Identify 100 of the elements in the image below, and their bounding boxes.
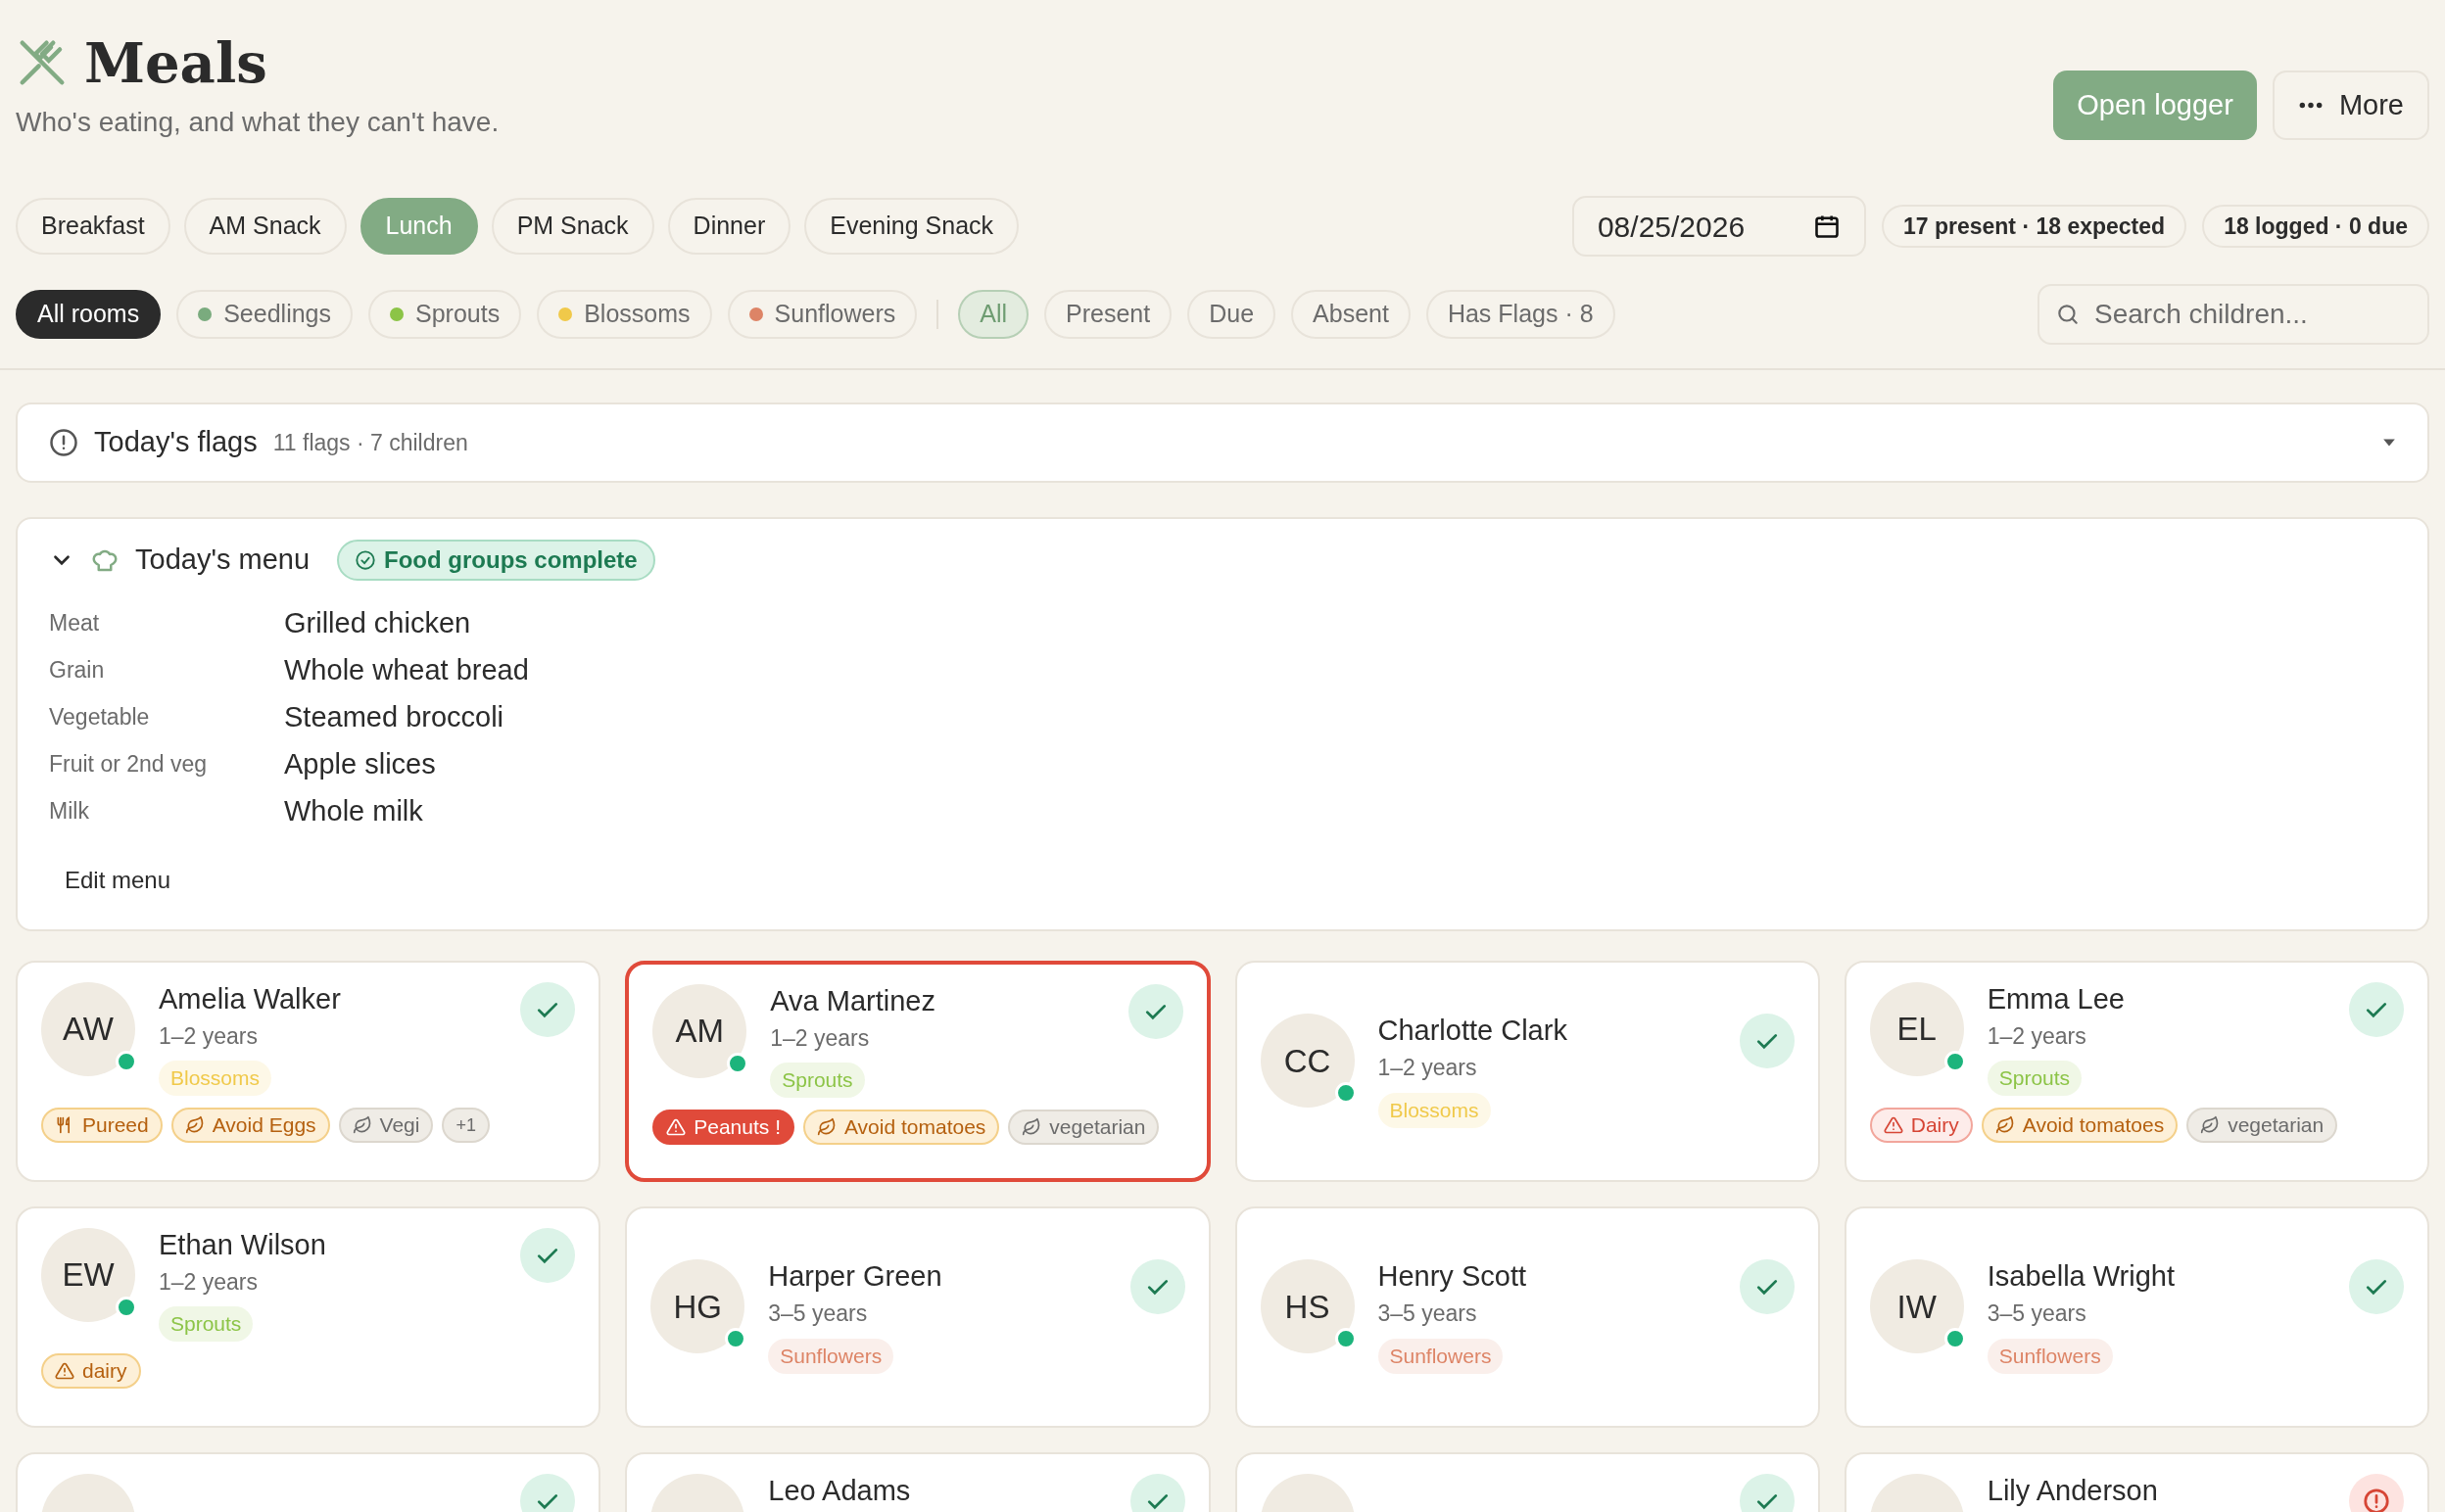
food-item: Apple slices — [284, 746, 437, 781]
food-group-label: Milk — [49, 796, 90, 826]
child-age: 1–2 years — [1987, 1021, 2086, 1051]
leaf-icon — [1994, 1115, 2015, 1135]
diet-tag: Dairy — [1869, 1108, 1973, 1143]
child-name: Charlotte Clark — [1377, 1014, 1567, 1048]
meal-tab[interactable]: AM Snack — [183, 198, 347, 255]
child-name: Lily Anderson — [1987, 1473, 2158, 1507]
child-age: 1–2 years — [159, 1021, 258, 1051]
warning-icon — [55, 1361, 74, 1381]
child-card[interactable]: AW Amelia Walker 1–2 years Blossoms Pureed Avoid Eggs Vegi +1 — [16, 960, 601, 1182]
meal-tab[interactable]: Breakfast — [16, 198, 170, 255]
leaf-icon — [817, 1117, 837, 1137]
food-item: Whole milk — [284, 793, 424, 828]
room-filter[interactable]: Blossoms — [537, 290, 712, 339]
search-icon — [2055, 302, 2081, 327]
diet-tag: vegetarian — [2186, 1108, 2338, 1143]
leaf-icon — [184, 1115, 205, 1135]
panel-title: Today's menu — [135, 543, 311, 577]
warning-icon — [1883, 1115, 1903, 1135]
stat-badge: 17 present · 18 expected — [1881, 205, 2187, 248]
leaf-icon — [1022, 1117, 1042, 1137]
child-name: Emma Lee — [1987, 981, 2125, 1016]
page-subtitle: Who's eating, and what they can't have. — [16, 106, 500, 139]
check-circle-icon — [355, 548, 377, 571]
child-name: Ava Martinez — [770, 983, 935, 1017]
child-card[interactable]: CC Charlotte Clark 1–2 years Blossoms — [1234, 960, 1820, 1182]
leaf-icon — [352, 1115, 372, 1135]
avatar: AM — [652, 983, 747, 1078]
edit-menu-button[interactable]: Edit menu — [65, 862, 171, 898]
meal-tab[interactable]: Dinner — [667, 198, 791, 255]
child-card[interactable]: IW Isabella Wright 3–5 years Sunflowers — [1844, 1205, 2429, 1428]
room-tag: Sprouts — [1987, 1061, 2083, 1096]
diet-tag: Avoid tomatoes — [1981, 1108, 2179, 1143]
status-filter[interactable]: Due — [1187, 290, 1276, 339]
room-tag: Sunflowers — [768, 1338, 894, 1374]
child-name: Isabella Wright — [1987, 1259, 2176, 1294]
room-tag: Sunflowers — [1987, 1338, 2113, 1374]
flags-panel[interactable]: Today's flags 11 flags · 7 children — [16, 402, 2429, 483]
diet-tag: dairy — [41, 1353, 141, 1389]
diet-tag: Avoid tomatoes — [803, 1110, 1000, 1145]
food-item: Steamed broccoli — [284, 699, 505, 734]
avatar: EW — [41, 1227, 135, 1322]
child-card[interactable]: HG Harper Green 3–5 years Sunflowers — [625, 1205, 1211, 1428]
child-age: 1–2 years — [1377, 1054, 1477, 1083]
alert-icon — [2362, 1486, 2391, 1512]
flags-summary: 11 flags · 7 children — [272, 428, 468, 457]
child-name: Ethan Wilson — [159, 1227, 326, 1261]
room-tag: Blossoms — [1377, 1092, 1491, 1128]
diet-tag: Vegi — [338, 1108, 434, 1143]
alert-icon — [49, 428, 78, 457]
page-title: Meals — [84, 35, 267, 90]
meal-tab[interactable]: PM Snack — [491, 198, 654, 255]
room-tag: Sprouts — [770, 1063, 865, 1098]
room-filter[interactable]: Sunflowers — [727, 290, 918, 339]
stat-badge: 18 logged · 0 due — [2202, 205, 2429, 248]
room-filter[interactable]: Seedlings — [176, 290, 353, 339]
child-card[interactable]: AM Ava Martinez 1–2 years Sprouts Peanuts ! Avoid tomatoes vegetarian — [625, 960, 1211, 1182]
avatar: AW — [41, 981, 135, 1076]
avatar: EL — [1869, 981, 1964, 1076]
avatar: CC — [1260, 1014, 1355, 1109]
panel-title: Today's flags — [94, 425, 258, 460]
child-card[interactable]: Leo Adams — [625, 1451, 1211, 1512]
status-filter[interactable]: Has Flags · 8 — [1425, 290, 1615, 339]
meal-tab[interactable]: Evening Snack — [804, 198, 1020, 255]
child-age: 3–5 years — [1377, 1299, 1477, 1329]
avatar: HS — [1260, 1259, 1355, 1354]
room-tag: Blossoms — [159, 1061, 272, 1096]
child-name: Leo Adams — [768, 1473, 911, 1507]
more-button[interactable]: More — [2272, 71, 2429, 140]
child-age: 1–2 years — [770, 1023, 870, 1053]
food-group-label: Grain — [49, 655, 106, 685]
diet-tag: Pureed — [41, 1108, 163, 1143]
room-filter[interactable]: All rooms — [16, 290, 162, 339]
child-card[interactable]: Lily Anderson — [1844, 1451, 2429, 1512]
food-group-label: Vegetable — [49, 702, 151, 732]
child-age: 3–5 years — [1987, 1299, 2086, 1329]
child-name: Harper Green — [768, 1259, 942, 1294]
child-card[interactable]: EL Emma Lee 1–2 years Sprouts Dairy Avoid tomatoes vegetarian — [1844, 960, 2429, 1182]
status-filter[interactable]: Present — [1044, 290, 1173, 339]
date-field[interactable]: 08/25/2026 — [1571, 196, 1866, 257]
leaf-icon — [2200, 1115, 2221, 1135]
diet-tag: vegetarian — [1008, 1110, 1160, 1145]
room-filter[interactable]: Sprouts — [368, 290, 522, 339]
search-field[interactable]: Search children... — [2038, 284, 2429, 345]
complete-badge: Food groups complete — [337, 539, 655, 581]
food-group-label: Meat — [49, 608, 101, 638]
warning-icon — [666, 1117, 687, 1137]
food-item: Whole wheat bread — [284, 652, 530, 687]
dots-icon — [2297, 101, 2324, 110]
room-tag: Sunflowers — [1377, 1338, 1504, 1374]
child-card[interactable]: EW Ethan Wilson 1–2 years Sprouts dairy — [16, 1205, 601, 1428]
food-group-label: Fruit or 2nd veg — [49, 749, 209, 779]
diet-tag: Avoid Eggs — [170, 1108, 330, 1143]
more-tags-badge: +1 — [442, 1108, 490, 1143]
child-age: 1–2 years — [159, 1267, 258, 1297]
food-item: Grilled chicken — [284, 605, 472, 640]
avatar: HG — [650, 1259, 745, 1354]
status-filter[interactable]: Absent — [1291, 290, 1411, 339]
child-card[interactable]: HS Henry Scott 3–5 years Sunflowers — [1234, 1205, 1820, 1428]
